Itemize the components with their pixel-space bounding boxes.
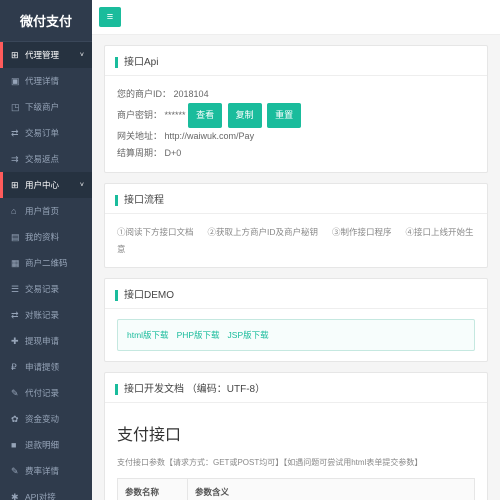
sidebar-item-label: 提现申请 xyxy=(25,335,59,347)
menu-icon: ▣ xyxy=(11,76,20,87)
sidebar-item-label: 申请提领 xyxy=(25,361,59,373)
sidebar-item[interactable]: ■ 退款明细 xyxy=(0,432,92,458)
panel-body: 您的商户ID： 2018104 商户密钥： ****** 查看 复制 重置 网关… xyxy=(105,76,487,172)
flow-step: ①阅读下方接口文档 xyxy=(117,227,194,237)
sidebar-item[interactable]: ▣ 代理详情 xyxy=(0,68,92,94)
merchant-id-value: 2018104 xyxy=(174,89,209,99)
secret-value: ****** xyxy=(165,110,186,120)
menu-icon: ◳ xyxy=(11,102,20,113)
sidebar-item[interactable]: ◳ 下级商户 xyxy=(0,94,92,120)
menu-icon: ⇉ xyxy=(11,154,20,165)
panel-flow: 接口流程 ①阅读下方接口文档②获取上方商户ID及商户秘钥③制作接口程序④接口上线… xyxy=(104,183,488,267)
sidebar-item-label: 下级商户 xyxy=(25,101,59,113)
menu-icon: ⇄ xyxy=(11,128,20,139)
demo-link[interactable]: JSP版下载 xyxy=(228,330,269,340)
view-button[interactable]: 查看 xyxy=(188,103,222,128)
sidebar-item-label: 用户中心 xyxy=(25,179,59,191)
panel-header: 接口流程 xyxy=(105,184,487,214)
sidebar: 微付支付 ⊞ 代理管理 ˅ ▣ 代理详情 ◳ 下级商户 ⇄ 交易订单 ⇉ 交易返点 ⊞ 用户中心 ˅ ⌂ 用户… xyxy=(0,0,92,500)
param-table: 参数名称 参数含义 fxid商户idfxddh商户订单号fxdesc商品名称fx… xyxy=(117,478,475,500)
menu-icon: ✱ xyxy=(11,492,20,500)
chevron-down-icon: ˅ xyxy=(80,182,84,189)
merchant-id-label: 您的商户ID： xyxy=(117,89,171,99)
menu-icon: ⌂ xyxy=(11,206,20,216)
sidebar-item[interactable]: ✎ 费率详情 xyxy=(0,458,92,484)
flow-step: ③制作接口程序 xyxy=(332,227,392,237)
demo-links: html版下载 PHP版下载 JSP版下载 xyxy=(117,319,475,351)
sidebar-item-label: 交易订单 xyxy=(25,127,59,139)
sidebar-item-label: 代付记录 xyxy=(25,387,59,399)
chevron-down-icon: ˅ xyxy=(80,52,84,59)
sidebar-item-label: 交易记录 xyxy=(25,283,59,295)
sidebar-item[interactable]: ▦ 商户二维码 xyxy=(0,250,92,276)
pay-subtext: 支付接口参数【请求方式：GET或POST均可】【如遇问题可尝试用html表单提交… xyxy=(117,455,475,470)
sidebar-item-label: 交易返点 xyxy=(25,153,59,165)
menu-toggle-button[interactable]: ≡ xyxy=(99,7,121,27)
panel-header: 接口DEMO xyxy=(105,279,487,309)
content: 接口Api 您的商户ID： 2018104 商户密钥： ****** 查看 复制… xyxy=(92,35,500,500)
sidebar-item[interactable]: ✎ 代付记录 xyxy=(0,380,92,406)
sidebar-item-label: 用户首页 xyxy=(25,205,59,217)
demo-link[interactable]: PHP版下载 xyxy=(177,330,220,340)
sidebar-item[interactable]: ⇄ 交易订单 xyxy=(0,120,92,146)
panel-demo: 接口DEMO html版下载 PHP版下载 JSP版下载 xyxy=(104,278,488,362)
sidebar-item[interactable]: ✿ 资金变动 xyxy=(0,406,92,432)
sidebar-item[interactable]: ⊞ 代理管理 ˅ xyxy=(0,42,92,68)
menu-icon: ⊞ xyxy=(11,50,20,61)
panel-header: 接口开发文档 （编码：UTF-8） xyxy=(105,373,487,403)
panel-header: 接口Api xyxy=(105,46,487,76)
menu-icon: ▤ xyxy=(11,232,20,243)
menu-icon: ✿ xyxy=(11,414,20,425)
sidebar-item-label: 代理管理 xyxy=(25,49,59,61)
main: ≡ 接口Api 您的商户ID： 2018104 商户密钥： ****** 查看 … xyxy=(92,0,500,500)
gateway-label: 网关地址： xyxy=(117,131,162,141)
settle-value: D+0 xyxy=(165,148,182,158)
menu-icon: ⇄ xyxy=(11,310,20,321)
menu-icon: ⊞ xyxy=(11,180,20,191)
sidebar-item[interactable]: ⊞ 用户中心 ˅ xyxy=(0,172,92,198)
menu-icon: ■ xyxy=(11,440,20,450)
sidebar-item-label: API对接 xyxy=(25,491,56,500)
th-desc: 参数含义 xyxy=(188,479,475,500)
menu-icon: ☰ xyxy=(11,284,20,295)
sidebar-item-label: 资金变动 xyxy=(25,413,59,425)
gateway-value: http://waiwuk.com/Pay xyxy=(165,131,255,141)
sidebar-item-label: 费率详情 xyxy=(25,465,59,477)
sidebar-item-label: 退款明细 xyxy=(25,439,59,451)
menu-icon: ✎ xyxy=(11,466,20,477)
panel-api: 接口Api 您的商户ID： 2018104 商户密钥： ****** 查看 复制… xyxy=(104,45,488,173)
settle-label: 结算周期： xyxy=(117,148,162,158)
flow-step: ②获取上方商户ID及商户秘钥 xyxy=(208,227,319,237)
sidebar-item[interactable]: ☰ 交易记录 xyxy=(0,276,92,302)
sidebar-item-label: 我的资料 xyxy=(25,231,59,243)
panel-body: 支付接口 支付接口参数【请求方式：GET或POST均可】【如遇问题可尝试用htm… xyxy=(105,403,487,500)
panel-body: html版下载 PHP版下载 JSP版下载 xyxy=(105,309,487,361)
sidebar-item[interactable]: ⌂ 用户首页 xyxy=(0,198,92,224)
panel-doc: 接口开发文档 （编码：UTF-8） 支付接口 支付接口参数【请求方式：GET或P… xyxy=(104,372,488,500)
sidebar-item[interactable]: ⇉ 交易返点 xyxy=(0,146,92,172)
pay-heading: 支付接口 xyxy=(117,421,475,451)
logo: 微付支付 xyxy=(0,0,92,42)
sidebar-item[interactable]: ⇄ 对账记录 xyxy=(0,302,92,328)
menu-icon: ✚ xyxy=(11,336,20,347)
reset-button[interactable]: 重置 xyxy=(267,103,301,128)
sidebar-item-label: 商户二维码 xyxy=(25,257,68,269)
menu-icon: ▦ xyxy=(11,258,20,269)
sidebar-item-label: 代理详情 xyxy=(25,75,59,87)
panel-body: ①阅读下方接口文档②获取上方商户ID及商户秘钥③制作接口程序④接口上线开始生意 xyxy=(105,214,487,266)
topbar: ≡ xyxy=(92,0,500,35)
demo-link[interactable]: html版下载 xyxy=(127,330,169,340)
secret-label: 商户密钥： xyxy=(117,110,162,120)
menu-icon: ₽ xyxy=(11,362,20,373)
sidebar-item[interactable]: ₽ 申请提领 xyxy=(0,354,92,380)
th-name: 参数名称 xyxy=(118,479,188,500)
sidebar-item-label: 对账记录 xyxy=(25,309,59,321)
copy-button[interactable]: 复制 xyxy=(228,103,262,128)
sidebar-item[interactable]: ✚ 提现申请 xyxy=(0,328,92,354)
menu-icon: ✎ xyxy=(11,388,20,399)
sidebar-item[interactable]: ✱ API对接 xyxy=(0,484,92,500)
sidebar-item[interactable]: ▤ 我的资料 xyxy=(0,224,92,250)
